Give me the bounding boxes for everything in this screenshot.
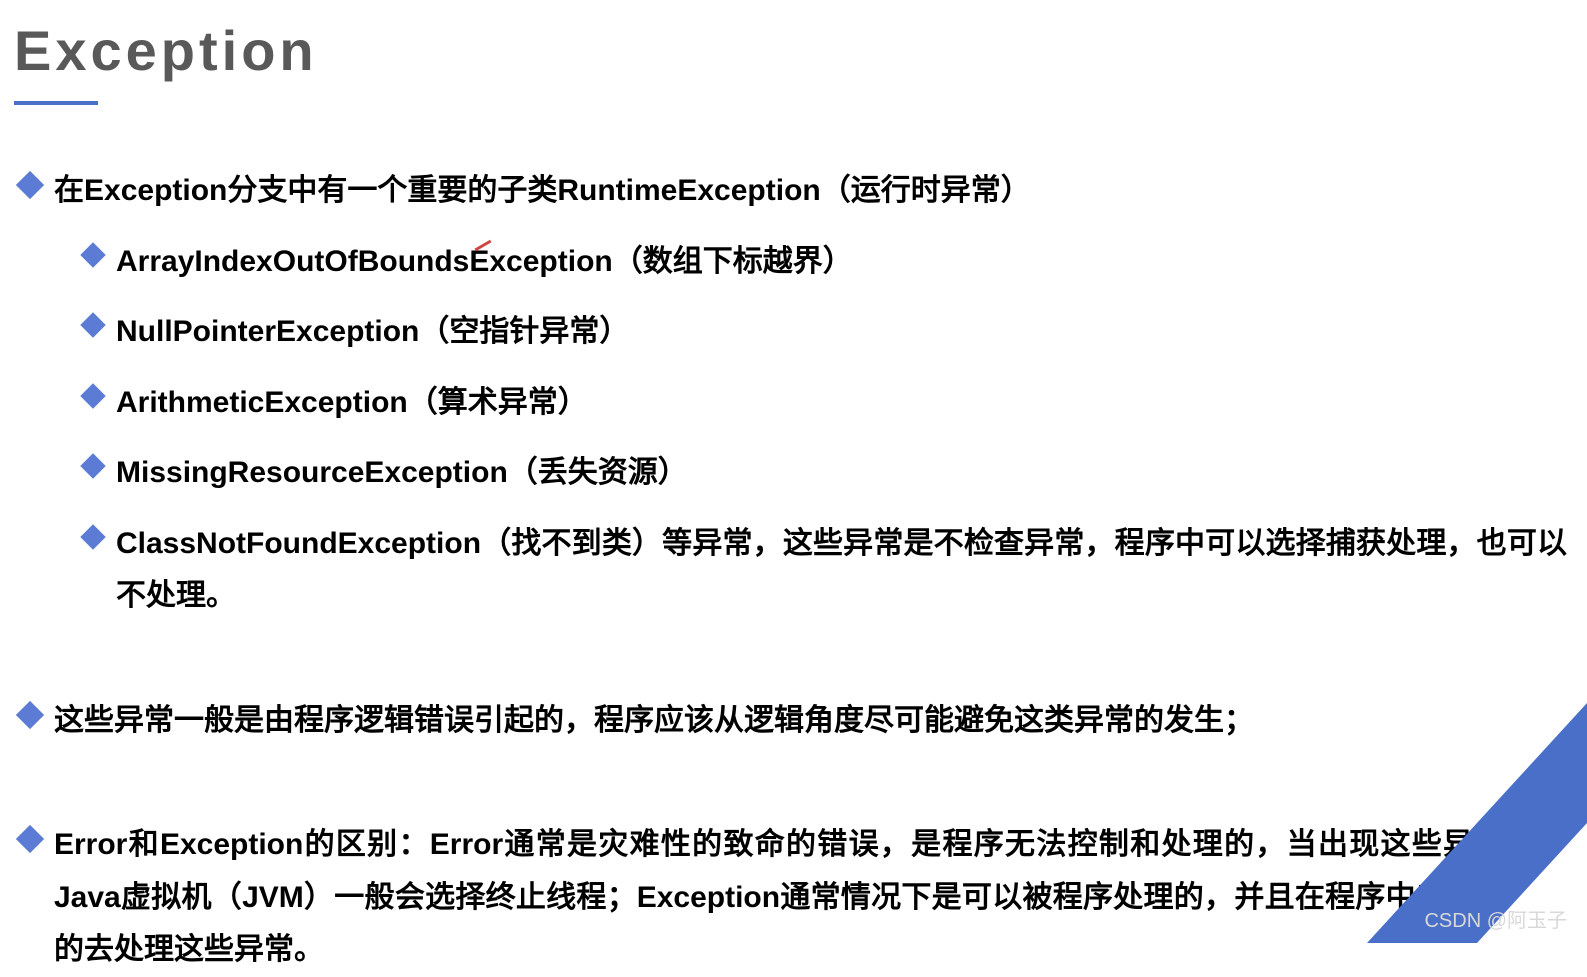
bullet-level2: NullPointerException（空指针异常） xyxy=(20,306,1567,359)
diamond-bullet-icon xyxy=(80,242,105,267)
bullet-level2: ArithmeticException（算术异常） xyxy=(20,377,1567,430)
bullet-text: NullPointerException（空指针异常） xyxy=(116,306,629,359)
bullet-level2: MissingResourceException（丢失资源） xyxy=(20,447,1567,500)
bullet-text: MissingResourceException（丢失资源） xyxy=(116,447,688,500)
slide-content: 在Exception分支中有一个重要的子类RuntimeException（运行… xyxy=(0,105,1587,977)
bullet-text: ClassNotFoundException（找不到类）等异常，这些异常是不检查… xyxy=(116,518,1567,623)
diamond-bullet-icon xyxy=(80,383,105,408)
bullet-text: 这些异常一般是由程序逻辑错误引起的，程序应该从逻辑角度尽可能避免这类异常的发生； xyxy=(54,695,1254,748)
diamond-bullet-icon xyxy=(16,825,44,853)
bullet-text: ArithmeticException（算术异常） xyxy=(116,377,588,430)
bullet-level2: ArrayIndexOutOfBoundsException（数组下标越界） xyxy=(20,236,1567,289)
diamond-bullet-icon xyxy=(16,700,44,728)
bullet-level2: ClassNotFoundException（找不到类）等异常，这些异常是不检查… xyxy=(20,518,1567,623)
watermark-text: CSDN @阿玉子 xyxy=(1424,904,1567,933)
bullet-level1: 在Exception分支中有一个重要的子类RuntimeException（运行… xyxy=(20,165,1567,218)
bullet-text: 在Exception分支中有一个重要的子类RuntimeException（运行… xyxy=(54,165,1031,218)
spacer xyxy=(20,641,1567,695)
bullet-level1: Error和Exception的区别：Error通常是灾难性的致命的错误，是程序… xyxy=(20,819,1567,977)
slide-title: Exception xyxy=(0,0,1587,83)
diamond-bullet-icon xyxy=(16,171,44,199)
bullet-level1: 这些异常一般是由程序逻辑错误引起的，程序应该从逻辑角度尽可能避免这类异常的发生； xyxy=(20,695,1567,748)
bullet-text: Error和Exception的区别：Error通常是灾难性的致命的错误，是程序… xyxy=(54,819,1567,977)
diamond-bullet-icon xyxy=(80,524,105,549)
diamond-bullet-icon xyxy=(80,453,105,478)
spacer xyxy=(20,765,1567,819)
diamond-bullet-icon xyxy=(80,312,105,337)
